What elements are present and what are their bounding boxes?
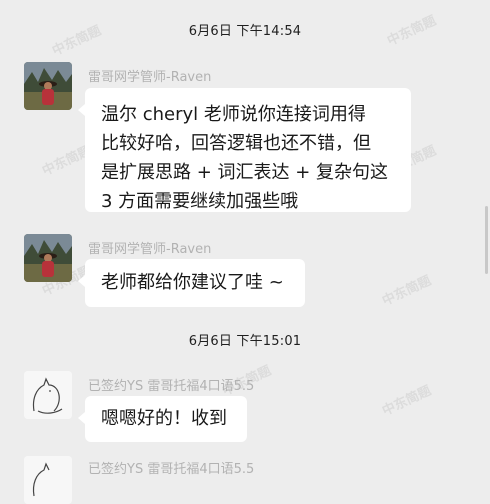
avatar-photo-icon (24, 234, 72, 282)
avatar[interactable] (24, 234, 72, 282)
watermark: 中东简题 (380, 383, 434, 420)
message-bubble[interactable]: 嗯嗯好的！收到 (78, 396, 247, 442)
cat-sketch-icon (24, 371, 72, 419)
sender-name: 雷哥网学管师-Raven (88, 70, 212, 85)
message-text: 比较好哈，回答逻辑也还不错，但 (101, 133, 371, 154)
message-text: 嗯嗯好的！收到 (101, 408, 227, 429)
avatar[interactable] (24, 456, 72, 504)
avatar-photo-icon (24, 62, 72, 110)
message-bubble[interactable]: 温尔 cheryl 老师说你连接词用得 比较好哈，回答逻辑也还不错，但 是扩展思… (78, 88, 411, 212)
scrollbar[interactable] (485, 206, 488, 274)
avatar[interactable] (24, 371, 72, 419)
sender-name: 雷哥网学管师-Raven (88, 242, 212, 257)
message-text: 是扩展思路 + 词汇表达 + 复杂句这 (101, 162, 389, 183)
message-text: 3 方面需要继续加强些哦 (101, 191, 299, 212)
message-timestamp: 6月6日 下午15:01 (188, 334, 302, 349)
message-timestamp: 6月6日 下午14:54 (188, 24, 302, 39)
sender-name: 已签约YS 雷哥托福4口语5.5 (88, 462, 255, 477)
message-text: 温尔 cheryl 老师说你连接词用得 (101, 104, 366, 125)
watermark: 中东简题 (380, 273, 434, 310)
message-text: 老师都给你建议了哇 ~ (101, 272, 284, 293)
cat-sketch-icon (24, 456, 72, 504)
message-bubble[interactable]: 老师都给你建议了哇 ~ (78, 259, 305, 307)
sender-name: 已签约YS 雷哥托福4口语5.5 (88, 379, 255, 394)
avatar[interactable] (24, 62, 72, 110)
